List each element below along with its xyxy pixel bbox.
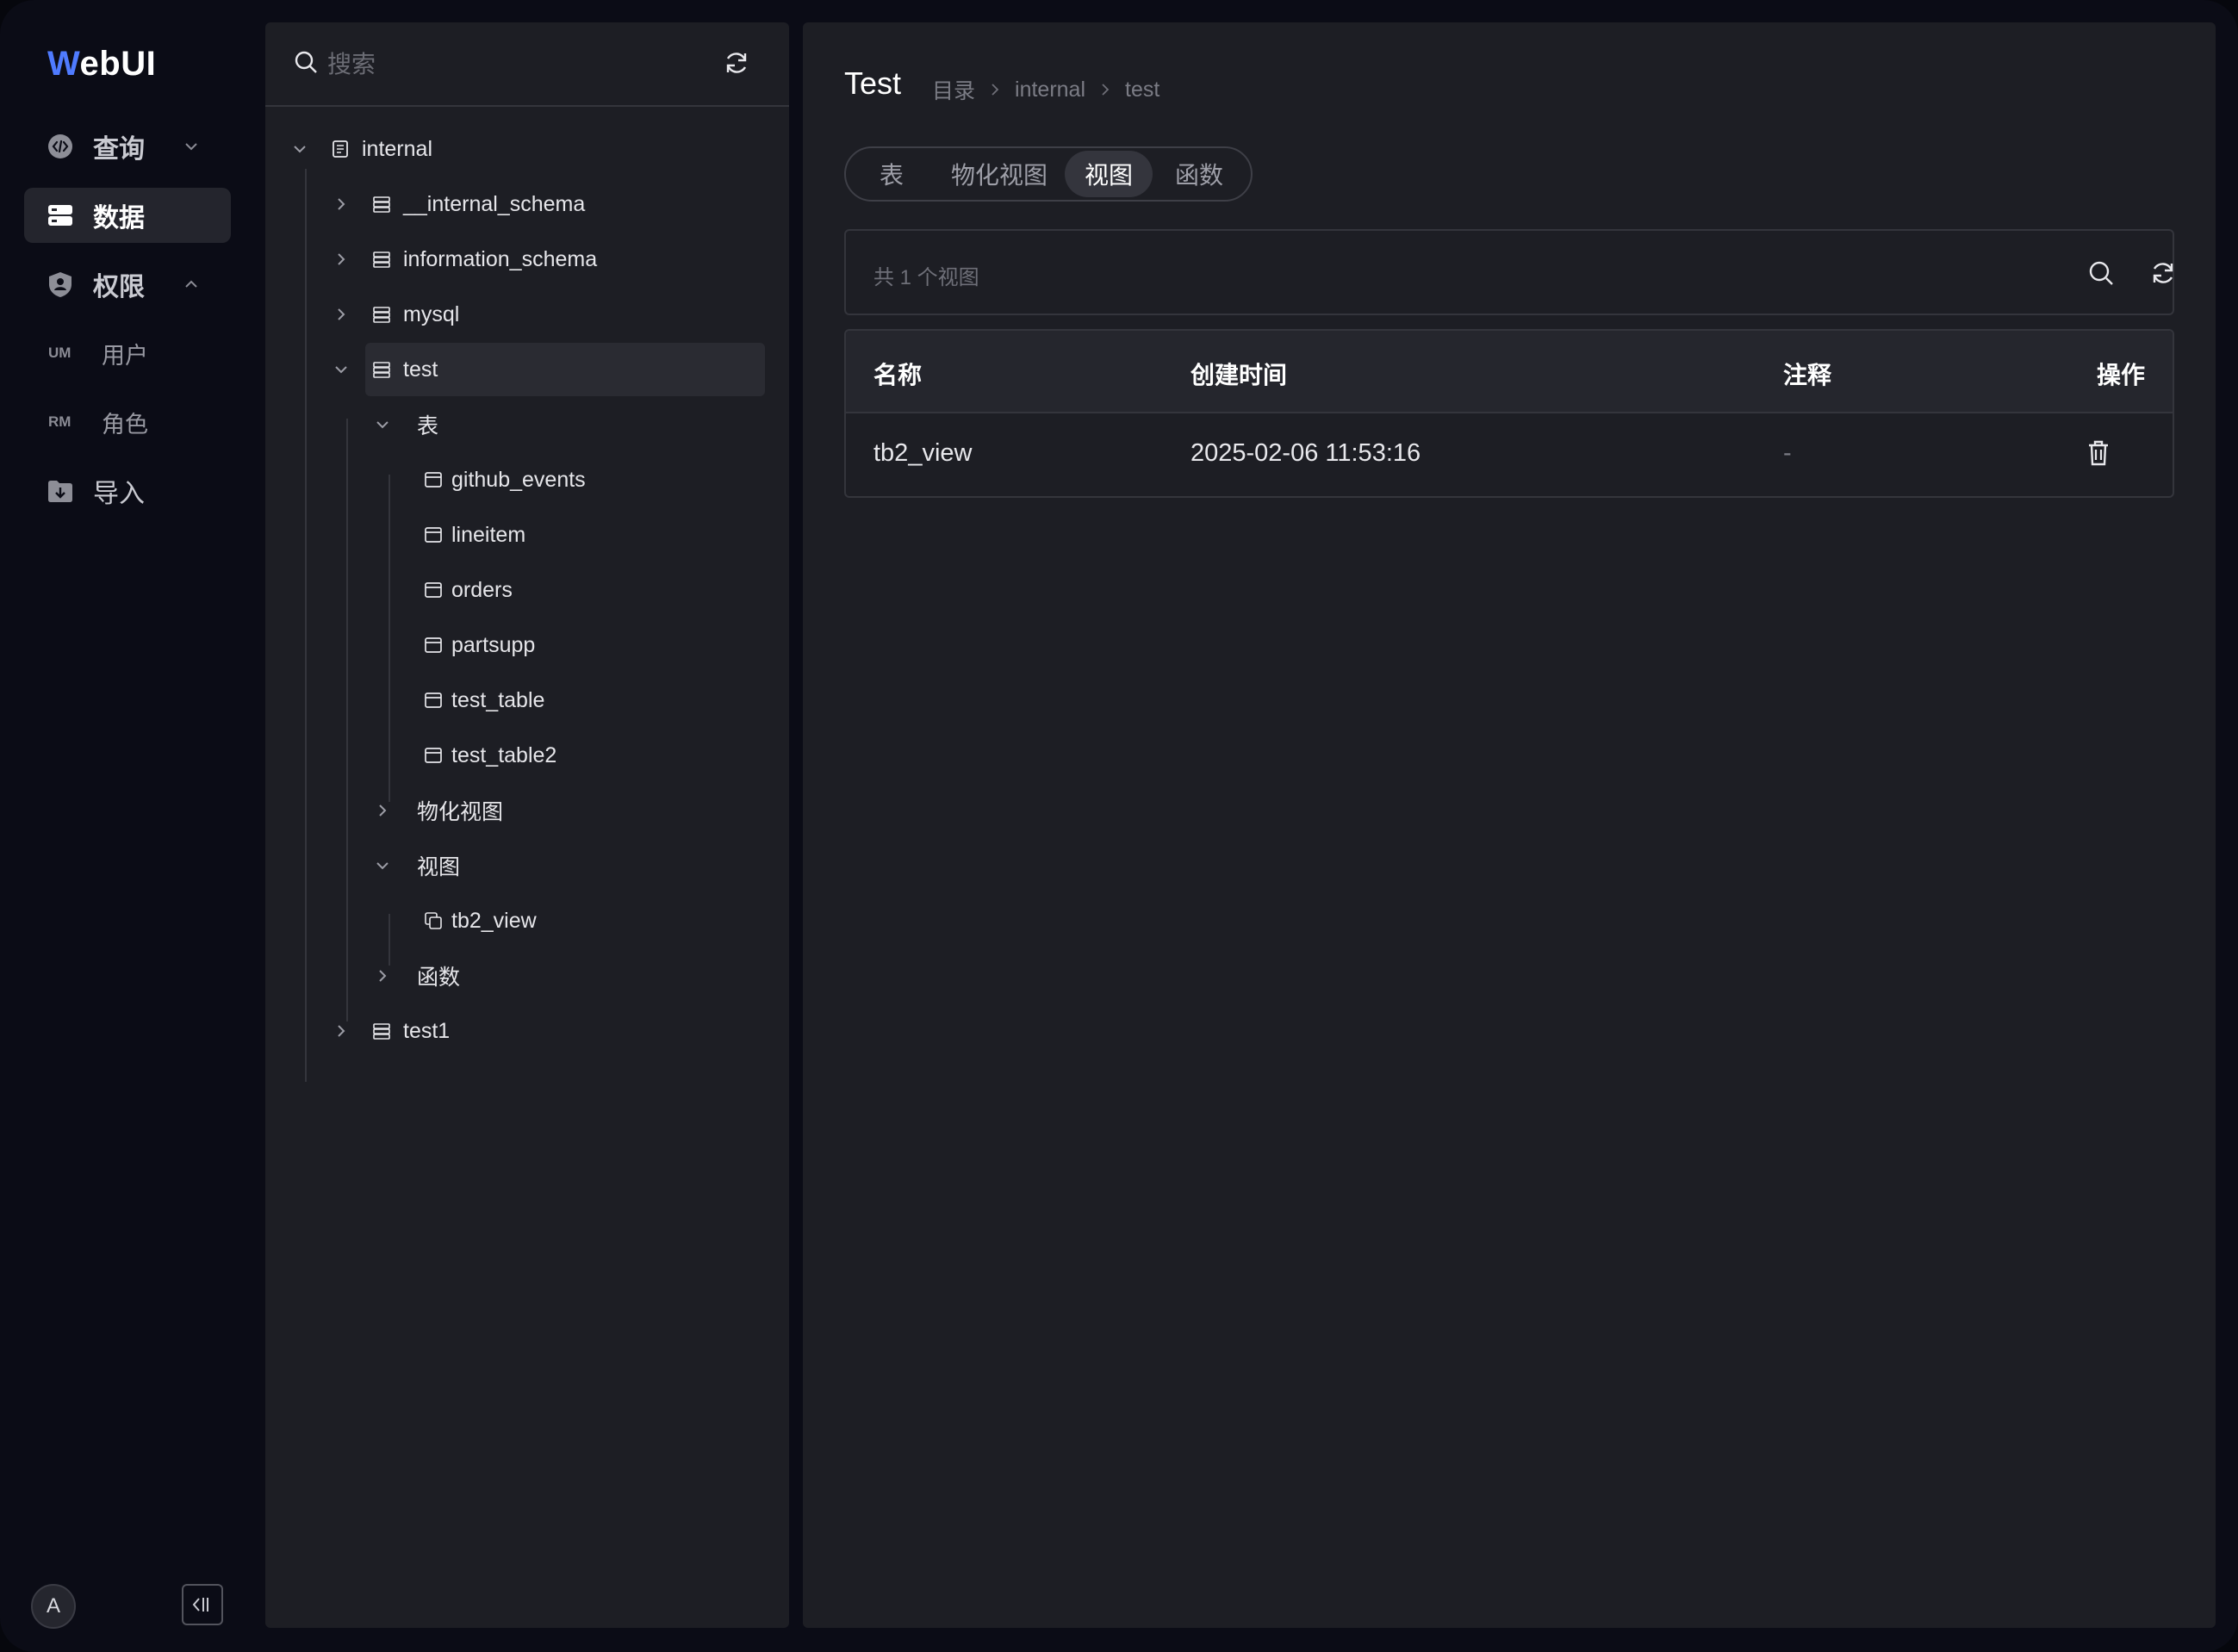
tree-node-internal-schema[interactable]: __internal_schema — [324, 177, 765, 231]
column-header-actions: 操作 — [2097, 362, 2146, 388]
tree-node-internal[interactable]: internal — [283, 122, 765, 176]
table-row: tb2_view 2025-02-06 11:53:16 - — [846, 413, 2173, 496]
um-badge-icon: UM — [48, 345, 71, 361]
column-header-comment: 注释 — [1783, 362, 1832, 388]
app-window: WebUI 查询 数据 权限 UM 用户 RM 角色 导入 A 搜索 inter… — [0, 0, 2238, 1652]
folder-import-icon — [47, 477, 74, 505]
page-title: Test — [844, 65, 902, 101]
database-icon — [373, 1023, 390, 1040]
nav-item-permissions[interactable]: 权限 — [24, 257, 231, 312]
tree-node-mv-group[interactable]: 物化视图 — [365, 784, 765, 837]
chevron-down-icon — [294, 146, 306, 153]
chevron-right-icon — [992, 84, 999, 96]
tree-node-view[interactable]: tb2_view — [407, 894, 765, 947]
table-icon — [425, 692, 442, 708]
chevron-up-icon — [185, 280, 197, 288]
tab-materialized-views[interactable]: 物化视图 — [934, 151, 1065, 197]
tree-node-views-group[interactable]: 视图 — [365, 839, 765, 892]
tree-node-table[interactable]: test_table2 — [407, 729, 765, 782]
database-icon — [373, 307, 390, 323]
tab-views[interactable]: 视图 — [1065, 151, 1153, 197]
trash-icon[interactable] — [2083, 438, 2114, 469]
tree-node-table[interactable]: orders — [407, 563, 765, 617]
table-icon — [425, 472, 442, 488]
chevron-right-icon — [338, 308, 345, 320]
views-table: 名称 创建时间 注释 操作 tb2_view 2025-02-06 11:53:… — [844, 329, 2174, 498]
rm-badge-icon: RM — [48, 413, 71, 430]
tree-guide-line — [346, 419, 348, 1022]
tree-node-mysql[interactable]: mysql — [324, 288, 765, 341]
schema-tree-panel: internal __internal_schema information_s… — [265, 22, 789, 1628]
database-icon — [373, 196, 390, 213]
tree-node-test[interactable]: test — [324, 343, 765, 396]
table-header: 名称 创建时间 注释 操作 — [846, 331, 2173, 413]
column-header-created: 创建时间 — [1190, 362, 1288, 388]
nav-item-users[interactable]: UM 用户 — [24, 326, 231, 381]
chevron-down-icon — [376, 421, 389, 429]
tab-tables[interactable]: 表 — [849, 151, 934, 197]
chevron-right-icon — [379, 804, 387, 817]
table-icon — [425, 527, 442, 543]
chevron-down-icon — [335, 366, 347, 374]
tab-functions[interactable]: 函数 — [1153, 151, 1246, 197]
tree-guide-line — [389, 475, 390, 802]
database-icon — [373, 252, 390, 268]
chevron-right-icon — [338, 198, 345, 210]
collapse-sidebar-button[interactable] — [182, 1584, 223, 1625]
database-icon — [47, 202, 74, 229]
refresh-icon[interactable] — [722, 48, 751, 78]
tree-search-bar — [265, 22, 789, 107]
database-icon — [373, 362, 390, 378]
table-icon — [425, 582, 442, 598]
tree-search-input[interactable] — [327, 43, 689, 86]
chevron-down-icon — [376, 862, 389, 870]
chevron-right-icon — [1102, 84, 1110, 96]
tree-node-table[interactable]: github_events — [407, 453, 765, 506]
cell-name[interactable]: tb2_view — [873, 439, 972, 468]
chevron-right-icon — [338, 253, 345, 265]
nav-item-query[interactable]: 查询 — [24, 119, 231, 174]
table-icon — [425, 748, 442, 763]
table-icon — [425, 637, 442, 653]
tree-node-information-schema[interactable]: information_schema — [324, 233, 765, 286]
main-content: Test 目录 internal test 表 物化视图 视图 函数 共 1 个… — [803, 22, 2216, 1628]
breadcrumb-item[interactable]: test — [1125, 78, 1159, 102]
view-icon — [425, 912, 442, 929]
nav-item-roles[interactable]: RM 角色 — [24, 394, 231, 450]
collapse-left-icon — [192, 1598, 208, 1612]
breadcrumb-item[interactable]: 目录 — [932, 74, 975, 105]
app-logo: WebUI — [47, 45, 157, 83]
code-query-icon — [47, 133, 74, 160]
list-toolbar: 共 1 个视图 — [844, 229, 2174, 315]
item-count: 共 1 个视图 — [873, 266, 979, 289]
chevron-down-icon — [185, 143, 197, 151]
chevron-right-icon — [338, 1025, 345, 1037]
shield-user-icon — [47, 270, 74, 298]
breadcrumb-item[interactable]: internal — [1015, 78, 1085, 102]
user-avatar[interactable]: A — [31, 1584, 76, 1629]
catalog-icon — [333, 140, 348, 158]
refresh-icon[interactable] — [2148, 258, 2178, 288]
tree-node-tables-group[interactable]: 表 — [365, 398, 765, 451]
nav-item-data[interactable]: 数据 — [24, 188, 231, 243]
search-icon — [295, 51, 317, 73]
nav-item-import[interactable]: 导入 — [24, 463, 231, 519]
tree-node-table[interactable]: partsupp — [407, 618, 765, 672]
tree-guide-line — [305, 169, 307, 1082]
sidebar-nav: WebUI 查询 数据 权限 UM 用户 RM 角色 导入 A — [0, 0, 258, 1652]
cell-created: 2025-02-06 11:53:16 — [1190, 439, 1421, 467]
search-icon[interactable] — [2086, 258, 2116, 288]
object-type-tabs: 表 物化视图 视图 函数 — [844, 146, 1253, 202]
tree-node-test1[interactable]: test1 — [324, 1004, 765, 1058]
breadcrumb: 目录 internal test — [932, 74, 1159, 105]
tree-node-functions-group[interactable]: 函数 — [365, 949, 765, 1003]
column-header-name: 名称 — [873, 362, 923, 388]
cell-comment: - — [1783, 439, 1792, 467]
tree-node-table[interactable]: lineitem — [407, 508, 765, 562]
tree-node-table[interactable]: test_table — [407, 674, 765, 727]
chevron-right-icon — [379, 970, 387, 982]
